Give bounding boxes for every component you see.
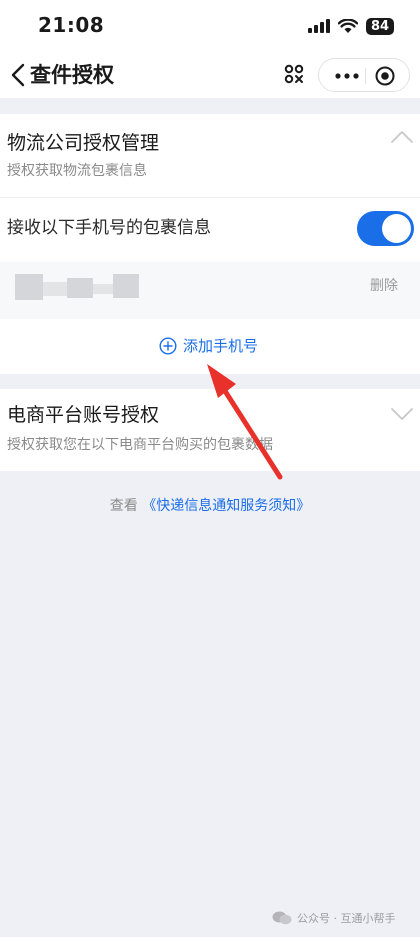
wechat-icon bbox=[272, 911, 292, 925]
chevron-up-icon[interactable] bbox=[390, 130, 414, 144]
watermark: 公众号 · 互通小帮手 bbox=[272, 910, 396, 926]
service-notice: 查看 《快递信息通知服务须知》 bbox=[0, 496, 420, 516]
status-icons: 84 bbox=[308, 16, 394, 36]
logistics-auth-title: 物流公司授权管理 bbox=[7, 132, 160, 154]
nav-bar: 查件授权 bbox=[0, 52, 420, 98]
status-time: 21:08 bbox=[38, 13, 105, 37]
page-title: 查件授权 bbox=[30, 63, 114, 87]
toggle-knob bbox=[382, 214, 411, 243]
phone-number-row bbox=[0, 262, 420, 319]
masked-phone-number bbox=[15, 274, 43, 300]
delete-phone-button[interactable]: 删除 bbox=[370, 276, 398, 296]
watermark-text: 公众号 · 互通小帮手 bbox=[297, 912, 396, 925]
miniprogram-capsule bbox=[318, 58, 410, 92]
close-miniprogram-icon[interactable] bbox=[375, 66, 395, 86]
notice-prefix: 查看 bbox=[109, 498, 138, 514]
section-divider bbox=[0, 197, 420, 198]
ecommerce-auth-card[interactable]: 电商平台账号授权 授权获取您在以下电商平台购买的包裹数据 bbox=[0, 389, 420, 471]
add-phone-button[interactable]: 添加手机号 bbox=[159, 335, 258, 357]
logistics-auth-subtitle: 授权获取物流包裹信息 bbox=[7, 163, 147, 179]
back-arrow-icon[interactable] bbox=[8, 62, 28, 88]
chevron-down-icon[interactable] bbox=[390, 407, 414, 421]
masked-phone-number-part bbox=[93, 284, 113, 294]
masked-phone-number-part bbox=[67, 278, 93, 298]
battery-icon: 84 bbox=[366, 17, 394, 35]
ecommerce-auth-subtitle: 授权获取您在以下电商平台购买的包裹数据 bbox=[7, 437, 273, 453]
receive-packages-label: 接收以下手机号的包裹信息 bbox=[7, 218, 211, 238]
wifi-icon bbox=[338, 18, 358, 33]
masked-phone-number-part bbox=[43, 282, 67, 296]
plus-circle-icon bbox=[159, 337, 177, 355]
logistics-auth-card: 物流公司授权管理 授权获取物流包裹信息 接收以下手机号的包裹信息 删除 添加手机… bbox=[0, 114, 420, 374]
add-phone-label: 添加手机号 bbox=[183, 337, 259, 355]
masked-phone-number-part bbox=[113, 274, 139, 298]
status-bar: 21:08 84 bbox=[0, 0, 420, 52]
more-icon[interactable] bbox=[335, 73, 359, 79]
service-notice-link[interactable]: 《快递信息通知服务须知》 bbox=[142, 498, 310, 514]
ecommerce-auth-title: 电商平台账号授权 bbox=[7, 404, 160, 426]
scan-icon[interactable] bbox=[284, 64, 304, 84]
capsule-divider bbox=[365, 68, 366, 84]
receive-packages-toggle[interactable] bbox=[357, 211, 414, 246]
signal-icon bbox=[308, 19, 330, 33]
